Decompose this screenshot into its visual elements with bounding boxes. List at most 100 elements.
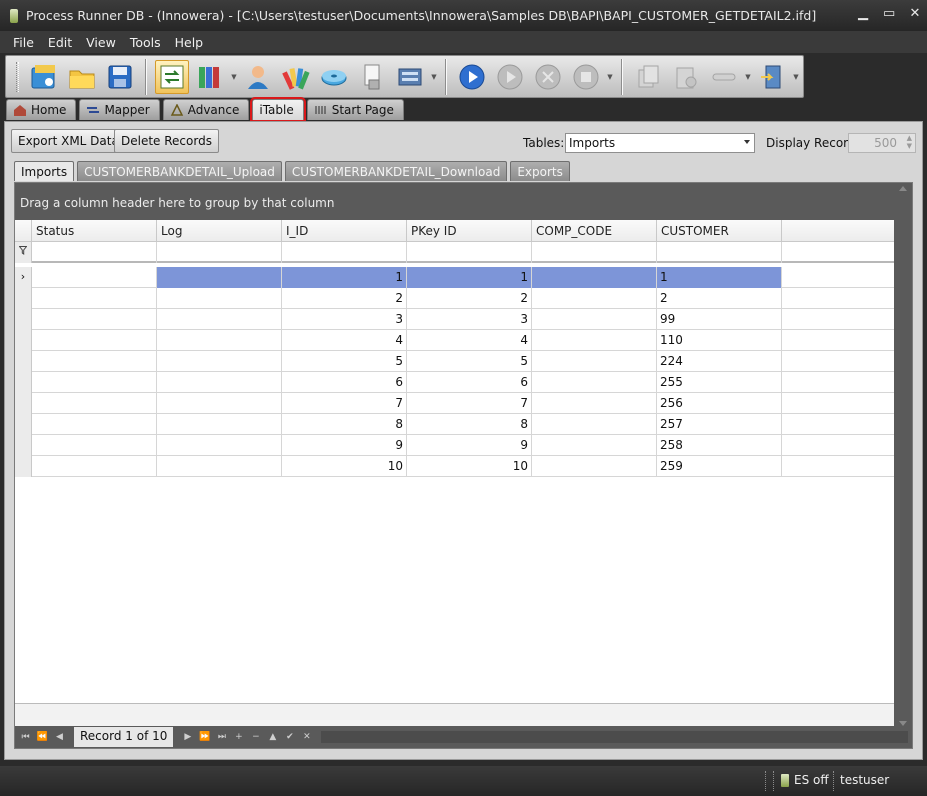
cell-pkey-id[interactable]: 2 — [407, 288, 532, 309]
menu-tools[interactable]: Tools — [123, 33, 168, 52]
menu-help[interactable]: Help — [168, 33, 211, 52]
vertical-scrollbar[interactable] — [894, 183, 912, 748]
cell-pkey-id[interactable]: 9 — [407, 435, 532, 456]
row-indicator[interactable] — [15, 330, 32, 351]
row-indicator[interactable] — [15, 288, 32, 309]
cell-comp-code[interactable] — [532, 372, 657, 393]
next-record-icon[interactable]: ▶ — [181, 732, 194, 742]
row-indicator[interactable] — [15, 456, 32, 477]
cell-comp-code[interactable] — [532, 351, 657, 372]
run-dropdown-icon[interactable]: ▼ — [605, 60, 615, 94]
cell-log[interactable] — [157, 288, 282, 309]
close-button[interactable]: ✕ — [909, 6, 921, 21]
table-row[interactable]: 4 4 110 — [15, 330, 894, 351]
run-selected-button[interactable] — [493, 60, 527, 94]
tab-itable[interactable]: iTable — [250, 97, 306, 122]
filter-cell-comp-code[interactable] — [532, 242, 657, 263]
cell-i-id[interactable]: 3 — [282, 309, 407, 330]
tab-bankdetail-download[interactable]: CUSTOMERBANKDETAIL_Download — [284, 161, 508, 181]
current-row-indicator-icon[interactable]: › — [15, 267, 32, 288]
row-indicator[interactable] — [15, 309, 32, 330]
minimize-button[interactable]: ▁ — [857, 6, 869, 21]
cell-pkey-id[interactable]: 5 — [407, 351, 532, 372]
filter-cell-customer[interactable] — [657, 242, 782, 263]
filter-cell-log[interactable] — [157, 242, 282, 263]
paste-button[interactable] — [669, 60, 703, 94]
table-row[interactable]: 5 5 224 — [15, 351, 894, 372]
menu-view[interactable]: View — [79, 33, 123, 52]
cell-pkey-id[interactable]: 8 — [407, 414, 532, 435]
cell-customer[interactable]: 259 — [657, 456, 782, 477]
table-row[interactable]: 3 3 99 — [15, 309, 894, 330]
cell-i-id[interactable]: 4 — [282, 330, 407, 351]
export-dropdown-icon[interactable]: ▼ — [791, 60, 801, 94]
cell-status[interactable] — [32, 393, 157, 414]
prev-page-icon[interactable]: ⏪ — [36, 732, 49, 742]
cell-pkey-id[interactable]: 10 — [407, 456, 532, 477]
cell-comp-code[interactable] — [532, 435, 657, 456]
tab-mapper[interactable]: Mapper — [79, 99, 160, 120]
cell-comp-code[interactable] — [532, 393, 657, 414]
menu-edit[interactable]: Edit — [41, 33, 79, 52]
cell-customer[interactable]: 224 — [657, 351, 782, 372]
column-header-pkey-id[interactable]: PKey ID — [407, 220, 532, 242]
cell-status[interactable] — [32, 267, 157, 288]
tab-advance[interactable]: Advance — [162, 99, 250, 120]
table-row[interactable]: 8 8 257 — [15, 414, 894, 435]
cell-status[interactable] — [32, 288, 157, 309]
table-row[interactable]: 6 6 255 — [15, 372, 894, 393]
server-button[interactable] — [393, 60, 427, 94]
cell-comp-code[interactable] — [532, 288, 657, 309]
document-lock-button[interactable] — [355, 60, 389, 94]
filter-icon[interactable] — [15, 242, 32, 263]
cell-customer[interactable]: 1 — [657, 267, 782, 288]
save-button[interactable] — [103, 60, 137, 94]
cell-log[interactable] — [157, 351, 282, 372]
cell-customer[interactable]: 110 — [657, 330, 782, 351]
books-dropdown-icon[interactable]: ▼ — [229, 60, 239, 94]
cell-customer[interactable]: 2 — [657, 288, 782, 309]
tab-exports[interactable]: Exports — [510, 161, 570, 181]
cell-comp-code[interactable] — [532, 330, 657, 351]
tables-select[interactable]: Imports — [565, 133, 755, 153]
cell-pkey-id[interactable]: 6 — [407, 372, 532, 393]
cell-log[interactable] — [157, 456, 282, 477]
cell-comp-code[interactable] — [532, 414, 657, 435]
cell-pkey-id[interactable]: 4 — [407, 330, 532, 351]
row-indicator[interactable] — [15, 435, 32, 456]
cell-log[interactable] — [157, 393, 282, 414]
cell-comp-code[interactable] — [532, 309, 657, 330]
link-dropdown-icon[interactable]: ▼ — [743, 60, 753, 94]
horizontal-scrollbar[interactable] — [321, 731, 908, 743]
table-row[interactable]: 2 2 2 — [15, 288, 894, 309]
stop-button[interactable] — [531, 60, 565, 94]
display-records-stepper[interactable]: 500 ▲ ▼ — [848, 133, 916, 153]
tab-imports[interactable]: Imports — [14, 161, 75, 181]
link-button[interactable] — [707, 60, 741, 94]
cell-customer[interactable]: 257 — [657, 414, 782, 435]
cell-status[interactable] — [32, 351, 157, 372]
filter-cell-pkey-id[interactable] — [407, 242, 532, 263]
copy-button[interactable] — [631, 60, 665, 94]
cell-status[interactable] — [32, 372, 157, 393]
cancel-edit-icon[interactable]: ✕ — [300, 732, 313, 742]
group-by-panel[interactable]: Drag a column header here to group by th… — [15, 183, 894, 220]
spin-arrows-icon[interactable]: ▲ ▼ — [907, 134, 912, 150]
cell-log[interactable] — [157, 267, 282, 288]
cell-log[interactable] — [157, 372, 282, 393]
table-row[interactable]: 7 7 256 — [15, 393, 894, 414]
cell-i-id[interactable]: 6 — [282, 372, 407, 393]
cell-status[interactable] — [32, 435, 157, 456]
cell-i-id[interactable]: 2 — [282, 288, 407, 309]
cell-log[interactable] — [157, 414, 282, 435]
books-button[interactable] — [193, 60, 227, 94]
cell-customer[interactable]: 258 — [657, 435, 782, 456]
palette-button[interactable] — [279, 60, 313, 94]
row-indicator[interactable] — [15, 393, 32, 414]
cell-pkey-id[interactable]: 1 — [407, 267, 532, 288]
column-header-status[interactable]: Status — [32, 220, 157, 242]
cell-i-id[interactable]: 5 — [282, 351, 407, 372]
table-row[interactable]: 10 10 259 — [15, 456, 894, 477]
cell-customer[interactable]: 255 — [657, 372, 782, 393]
row-indicator[interactable] — [15, 351, 32, 372]
